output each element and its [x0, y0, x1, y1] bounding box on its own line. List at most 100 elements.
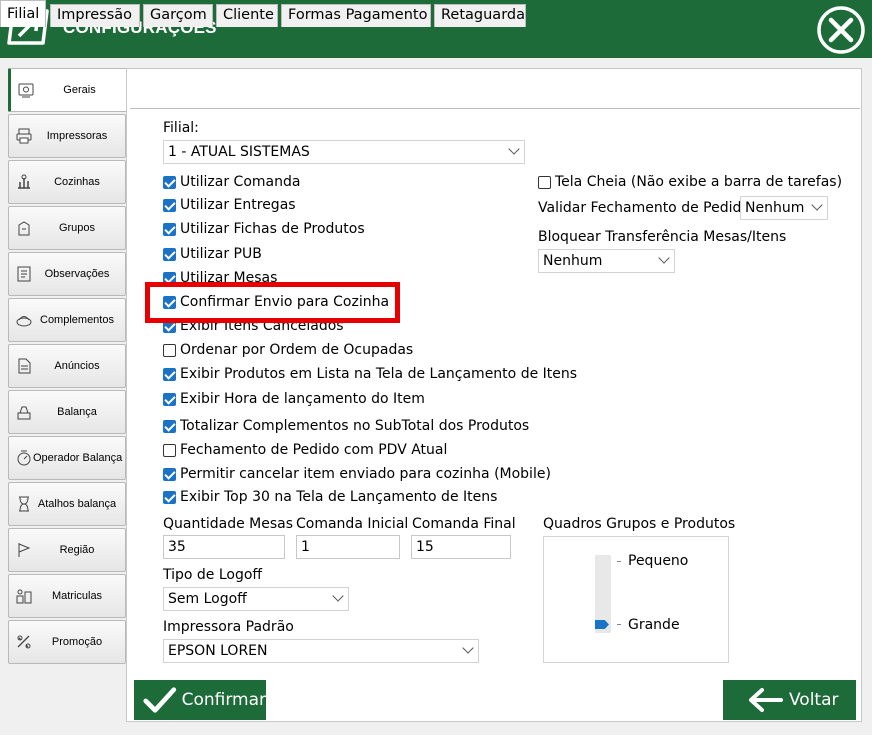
sidebar-item-balan-a[interactable]: Balança — [8, 390, 126, 434]
option-label: Fechamento de Pedido com PDV Atual — [180, 442, 448, 458]
chevron-down-icon — [332, 590, 344, 602]
option-checkbox[interactable]: Exibir Hora de lançamento do Item — [163, 390, 425, 408]
option-label: Utilizar Comanda — [180, 174, 301, 190]
option-label: Utilizar PUB — [180, 246, 262, 262]
sidebar-item-label: Atalhos balança — [37, 498, 117, 510]
option-checkbox[interactable]: Exibir Top 30 na Tela de Lançamento de I… — [163, 488, 497, 506]
bloquear-select[interactable]: Nenhum — [538, 249, 675, 273]
impressora-label: Impressora Padrão — [163, 619, 294, 635]
checkbox-box — [163, 175, 176, 189]
comanda-final-input[interactable]: 15 — [411, 535, 511, 559]
back-button[interactable]: Voltar — [723, 680, 856, 720]
filial-value: 1 - ATUAL SISTEMAS — [168, 144, 310, 160]
sidebar-item-label: Matriculas — [51, 590, 103, 602]
impressora-value: EPSON LOREN — [168, 643, 268, 659]
validar-select[interactable]: Nenhum — [740, 196, 828, 220]
comanda-final-label: Comanda Final — [412, 516, 516, 532]
option-checkbox[interactable]: Totalizar Complementos no SubTotal dos P… — [163, 417, 529, 435]
option-checkbox[interactable]: Utilizar Entregas — [163, 196, 296, 214]
sidebar-item-label: Impressoras — [46, 130, 108, 142]
sidebar-item-observa-es[interactable]: Observações — [8, 252, 126, 296]
sidebar-item-label: Complementos — [40, 314, 114, 326]
scale-icon — [17, 406, 31, 420]
logoff-label: Tipo de Logoff — [163, 567, 263, 583]
sidebar-item-complementos[interactable]: Complementos — [8, 298, 126, 342]
impressora-select[interactable]: EPSON LOREN — [163, 639, 479, 663]
sidebar-item-label: Gerais — [63, 84, 96, 96]
chevron-down-icon — [462, 642, 474, 654]
sidebar-item-label: Cozinhas — [54, 176, 100, 188]
document-icon — [18, 358, 31, 374]
option-checkbox[interactable]: Ordenar por Ordem de Ocupadas — [163, 341, 413, 359]
settings-icon — [18, 83, 34, 98]
logoff-value: Sem Logoff — [168, 591, 247, 607]
checkbox-box — [163, 198, 176, 212]
notes-icon — [17, 266, 31, 282]
sidebar-item-grupos[interactable]: Grupos — [8, 206, 126, 250]
tab-cliente[interactable]: Cliente — [216, 4, 278, 27]
checkbox-box — [163, 490, 176, 504]
sidebar-item-atalhos-balan-a[interactable]: Atalhos balança — [8, 482, 126, 526]
check-icon — [143, 687, 177, 713]
highlight-box — [145, 282, 400, 323]
filial-select[interactable]: 1 - ATUAL SISTEMAS — [163, 140, 525, 164]
tab-retaguarda[interactable]: Retaguarda — [434, 4, 526, 27]
option-checkbox[interactable]: Exibir Produtos em Lista na Tela de Lanç… — [163, 365, 577, 383]
tab-filial[interactable]: Filial — [0, 0, 46, 27]
chevron-down-icon — [508, 143, 520, 155]
option-checkbox[interactable]: Utilizar PUB — [163, 245, 262, 263]
chevron-down-icon — [811, 199, 823, 211]
tab-formas-pagamento[interactable]: Formas Pagamento — [281, 4, 431, 27]
sidebar-item-gerais[interactable]: Gerais — [8, 68, 128, 112]
tela-cheia-checkbox[interactable]: Tela Cheia (Não exibe a barra de tarefas… — [538, 173, 842, 191]
option-label: Ordenar por Ordem de Ocupadas — [180, 342, 414, 358]
chevron-down-icon — [658, 252, 670, 264]
tela-cheia-label: Tela Cheia (Não exibe a barra de tarefas… — [555, 174, 843, 190]
confirm-button[interactable]: Confirmar — [134, 680, 266, 720]
tab-impress-o[interactable]: Impressão — [50, 4, 140, 27]
validar-value: Nenhum — [745, 200, 805, 216]
sidebar-item-label: Grupos — [58, 222, 96, 234]
hourglass-icon — [19, 496, 29, 512]
quantidade-mesas-input[interactable]: 35 — [163, 535, 285, 559]
comanda-inicial-label: Comanda Inicial — [296, 516, 409, 532]
logoff-select[interactable]: Sem Logoff — [163, 587, 349, 611]
close-icon[interactable] — [815, 6, 867, 54]
option-checkbox[interactable]: Utilizar Fichas de Produtos — [163, 220, 365, 238]
quadros-label: Quadros Grupos e Produtos — [543, 516, 736, 532]
arrow-left-icon — [749, 688, 783, 712]
sidebar-item-label: Promoção — [51, 636, 103, 648]
option-checkbox[interactable]: Fechamento de Pedido com PDV Atual — [163, 441, 447, 459]
sidebar-item-matriculas[interactable]: Matriculas — [8, 574, 126, 618]
sidebar-item-an-ncios[interactable]: Anúncios — [8, 344, 126, 388]
validar-label: Validar Fechamento de Pedido — [538, 200, 750, 216]
flag-icon — [18, 543, 31, 557]
sidebar-item-operador-balan-a[interactable]: Operador Balança — [8, 436, 126, 480]
tab-divider — [130, 108, 860, 109]
option-checkbox[interactable]: Permitir cancelar item enviado para cozi… — [163, 465, 551, 483]
tab-gar-om[interactable]: Garçom — [143, 4, 213, 27]
checkbox-box — [163, 443, 176, 457]
bloquear-value: Nenhum — [543, 253, 603, 269]
sidebar-item-label: Operador Balança — [33, 452, 123, 464]
confirm-label: Confirmar — [181, 690, 266, 710]
comanda-inicial-input[interactable]: 1 — [296, 535, 400, 559]
kitchen-icon — [18, 174, 30, 189]
checkbox-box — [163, 247, 176, 261]
registration-icon — [16, 589, 32, 604]
slider-tick — [617, 561, 621, 562]
checkbox-box — [163, 419, 176, 433]
sidebar-item-label: Região — [59, 544, 95, 556]
sidebar-item-label: Balança — [57, 406, 97, 418]
quadros-grande-label: Grande — [628, 617, 680, 633]
sidebar-item-impressoras[interactable]: Impressoras — [8, 114, 126, 158]
option-label: Exibir Top 30 na Tela de Lançamento de I… — [180, 489, 498, 505]
complements-icon — [16, 316, 32, 327]
sidebar-item-promo-o[interactable]: Promoção — [8, 620, 126, 664]
checkbox-box — [538, 175, 551, 189]
option-label: Utilizar Entregas — [180, 197, 296, 213]
sidebar-item-regi-o[interactable]: Região — [8, 528, 126, 572]
checkbox-box — [163, 392, 176, 406]
option-checkbox[interactable]: Utilizar Comanda — [163, 173, 300, 191]
sidebar-item-cozinhas[interactable]: Cozinhas — [8, 160, 126, 204]
